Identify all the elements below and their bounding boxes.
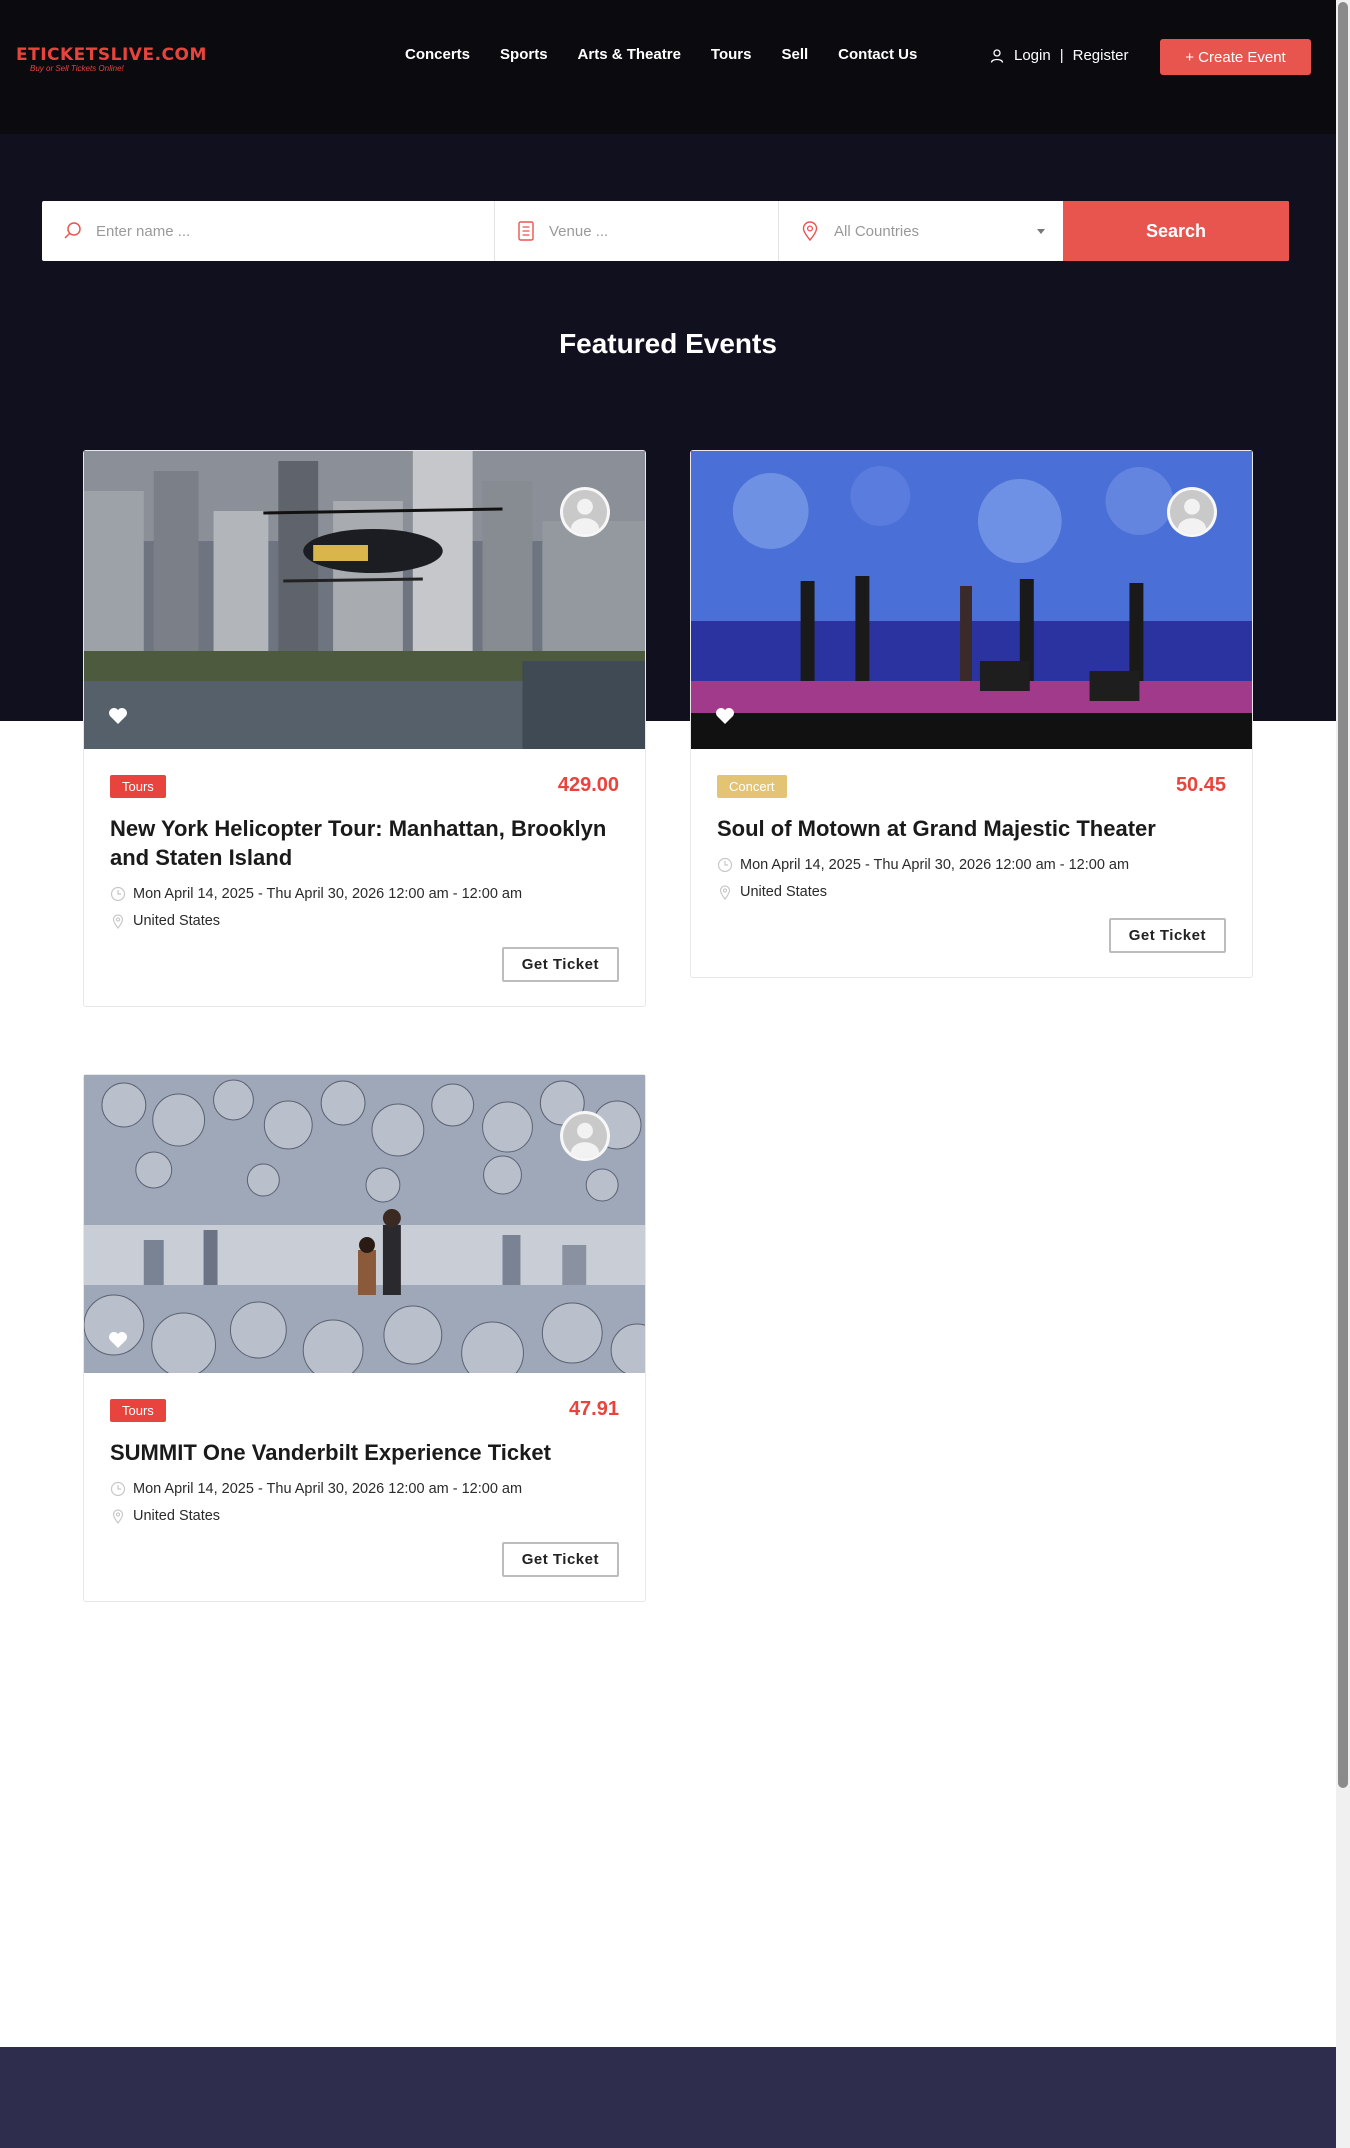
event-title[interactable]: Soul of Motown at Grand Majestic Theater xyxy=(717,814,1226,843)
scrollbar-thumb[interactable] xyxy=(1338,2,1348,1788)
logo-tagline: Buy or Sell Tickets Online! xyxy=(30,64,124,73)
event-dates-text: Mon April 14, 2025 - Thu April 30, 2026 … xyxy=(133,886,523,902)
nav-tours[interactable]: Tours xyxy=(711,46,752,63)
event-card: Tours 429.00 New York Helicopter Tour: M… xyxy=(83,450,646,1007)
venue-search-input[interactable] xyxy=(549,222,778,240)
summit-one-vanderbilt-image xyxy=(84,1075,645,1373)
organizer-avatar[interactable] xyxy=(1167,487,1217,537)
motown-stage-image xyxy=(691,451,1252,749)
auth-links: Login | Register xyxy=(990,47,1128,64)
get-ticket-button[interactable]: Get Ticket xyxy=(1108,918,1226,953)
name-search-field xyxy=(42,201,495,261)
category-badge[interactable]: Tours xyxy=(110,1399,166,1422)
event-location: United States xyxy=(717,884,1226,900)
event-title[interactable]: New York Helicopter Tour: Manhattan, Bro… xyxy=(110,814,619,872)
ticket-row: Get Ticket xyxy=(717,918,1226,953)
user-icon xyxy=(990,48,1004,63)
map-pin-icon xyxy=(112,914,124,929)
event-dates-text: Mon April 14, 2025 - Thu April 30, 2026 … xyxy=(133,1481,523,1497)
name-search-input[interactable] xyxy=(96,222,494,240)
search-bar: All Countries Search xyxy=(42,201,1289,261)
heart-icon[interactable] xyxy=(108,1331,128,1349)
event-image[interactable] xyxy=(691,451,1252,749)
search-icon xyxy=(64,222,81,239)
ticket-row: Get Ticket xyxy=(110,1542,619,1577)
event-title[interactable]: SUMMIT One Vanderbilt Experience Ticket xyxy=(110,1438,619,1467)
event-image[interactable] xyxy=(84,1075,645,1373)
event-dates: Mon April 14, 2025 - Thu April 30, 2026 … xyxy=(717,857,1226,873)
nav-contact-us[interactable]: Contact Us xyxy=(838,46,917,63)
site-logo[interactable]: ETICKETSLIVE.COM Buy or Sell Tickets Onl… xyxy=(16,45,207,73)
event-card-body: Concert 50.45 Soul of Motown at Grand Ma… xyxy=(691,749,1252,977)
event-location-text: United States xyxy=(133,1508,221,1524)
location-pin-icon xyxy=(802,221,818,242)
nav-arts-theatre[interactable]: Arts & Theatre xyxy=(578,46,681,63)
event-location: United States xyxy=(110,1508,619,1524)
event-card-body: Tours 47.91 SUMMIT One Vanderbilt Experi… xyxy=(84,1373,645,1601)
event-dates: Mon April 14, 2025 - Thu April 30, 2026 … xyxy=(110,1481,619,1497)
event-price: 50.45 xyxy=(1175,774,1226,796)
register-link[interactable]: Register xyxy=(1073,47,1129,64)
event-dates-text: Mon April 14, 2025 - Thu April 30, 2026 … xyxy=(740,857,1130,873)
heart-icon[interactable] xyxy=(108,707,128,725)
heart-icon[interactable] xyxy=(715,707,735,725)
event-location-text: United States xyxy=(133,913,221,929)
event-location-text: United States xyxy=(740,884,828,900)
helicopter-city-image xyxy=(84,451,645,749)
event-price: 47.91 xyxy=(568,1398,619,1420)
main-nav: Concerts Sports Arts & Theatre Tours Sel… xyxy=(405,46,917,63)
clock-icon xyxy=(717,857,733,873)
logo-text: ETICKETSLIVE.COM xyxy=(16,45,207,65)
venue-icon xyxy=(518,221,534,241)
event-price: 429.00 xyxy=(557,774,619,796)
organizer-avatar[interactable] xyxy=(560,487,610,537)
organizer-avatar[interactable] xyxy=(560,1111,610,1161)
category-badge[interactable]: Tours xyxy=(110,775,166,798)
page-scrollbar[interactable] xyxy=(1336,0,1350,2148)
site-header: ETICKETSLIVE.COM Buy or Sell Tickets Onl… xyxy=(0,0,1336,134)
event-image[interactable] xyxy=(84,451,645,749)
site-footer xyxy=(0,2047,1336,2148)
ticket-row: Get Ticket xyxy=(110,947,619,982)
create-event-button[interactable]: + Create Event xyxy=(1160,39,1311,75)
get-ticket-button[interactable]: Get Ticket xyxy=(501,1542,619,1577)
event-location: United States xyxy=(110,913,619,929)
country-select[interactable]: All Countries xyxy=(779,201,1063,261)
event-card-body: Tours 429.00 New York Helicopter Tour: M… xyxy=(84,749,645,1006)
auth-separator: | xyxy=(1059,47,1064,64)
event-dates: Mon April 14, 2025 - Thu April 30, 2026 … xyxy=(110,886,619,902)
nav-concerts[interactable]: Concerts xyxy=(405,46,470,63)
search-button[interactable]: Search xyxy=(1063,201,1289,261)
get-ticket-button[interactable]: Get Ticket xyxy=(501,947,619,982)
venue-search-field xyxy=(495,201,779,261)
map-pin-icon xyxy=(112,1509,124,1524)
featured-events-heading: Featured Events xyxy=(559,328,777,359)
country-select-value: All Countries xyxy=(834,222,920,240)
category-badge[interactable]: Concert xyxy=(717,775,787,798)
event-card: Concert 50.45 Soul of Motown at Grand Ma… xyxy=(690,450,1253,978)
clock-icon xyxy=(110,1481,126,1497)
nav-sell[interactable]: Sell xyxy=(781,46,808,63)
event-card: Tours 47.91 SUMMIT One Vanderbilt Experi… xyxy=(83,1074,646,1602)
nav-sports[interactable]: Sports xyxy=(500,46,548,63)
chevron-down-icon xyxy=(1037,229,1045,234)
login-link[interactable]: Login xyxy=(1014,47,1051,64)
clock-icon xyxy=(110,886,126,902)
map-pin-icon xyxy=(719,885,731,900)
